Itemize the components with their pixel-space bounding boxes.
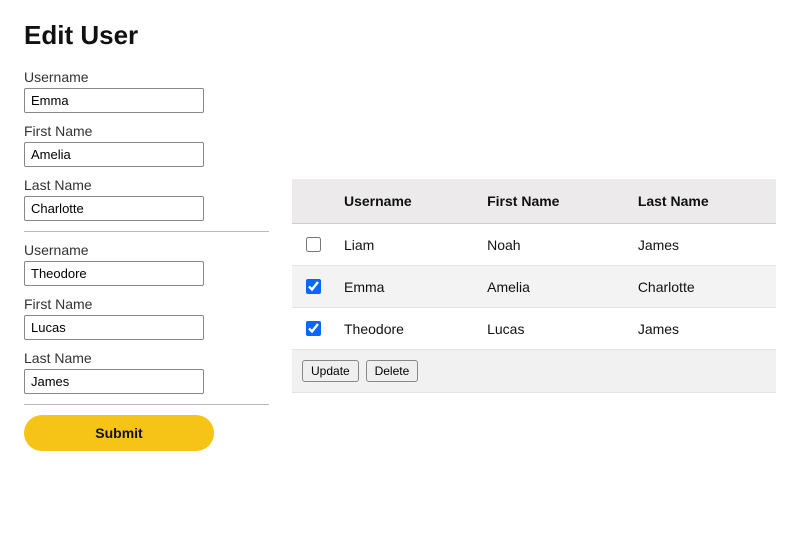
table-action-row: Update Delete	[292, 350, 776, 393]
firstname-input[interactable]	[24, 315, 204, 340]
form-group-lastname: Last Name	[24, 350, 264, 394]
delete-button[interactable]: Delete	[366, 360, 419, 382]
user-table-container: Username First Name Last Name Liam Noah …	[292, 69, 776, 393]
lastname-input[interactable]	[24, 196, 204, 221]
submit-button[interactable]: Submit	[24, 415, 214, 451]
form-divider	[24, 231, 269, 232]
table-header-row: Username First Name Last Name	[292, 179, 776, 224]
main-layout: Username First Name Last Name Username F…	[24, 69, 776, 451]
table-row: Emma Amelia Charlotte	[292, 266, 776, 308]
username-label: Username	[24, 69, 264, 85]
table-row: Theodore Lucas James	[292, 308, 776, 350]
header-checkbox-col	[292, 179, 334, 224]
form-group-firstname: First Name	[24, 123, 264, 167]
update-button[interactable]: Update	[302, 360, 359, 382]
cell-username: Liam	[334, 224, 477, 266]
edit-form: Username First Name Last Name Username F…	[24, 69, 264, 451]
row-checkbox[interactable]	[306, 321, 321, 336]
username-label: Username	[24, 242, 264, 258]
form-group-firstname: First Name	[24, 296, 264, 340]
cell-username: Theodore	[334, 308, 477, 350]
cell-firstname: Lucas	[477, 308, 628, 350]
cell-username: Emma	[334, 266, 477, 308]
lastname-label: Last Name	[24, 177, 264, 193]
form-group-lastname: Last Name	[24, 177, 264, 221]
cell-lastname: James	[628, 224, 776, 266]
username-input[interactable]	[24, 261, 204, 286]
lastname-label: Last Name	[24, 350, 264, 366]
header-username: Username	[334, 179, 477, 224]
cell-lastname: Charlotte	[628, 266, 776, 308]
cell-lastname: James	[628, 308, 776, 350]
row-checkbox[interactable]	[306, 237, 321, 252]
form-group-username: Username	[24, 69, 264, 113]
table-row: Liam Noah James	[292, 224, 776, 266]
header-firstname: First Name	[477, 179, 628, 224]
firstname-label: First Name	[24, 123, 264, 139]
page-title: Edit User	[24, 20, 776, 51]
user-table: Username First Name Last Name Liam Noah …	[292, 179, 776, 393]
firstname-input[interactable]	[24, 142, 204, 167]
firstname-label: First Name	[24, 296, 264, 312]
header-lastname: Last Name	[628, 179, 776, 224]
cell-firstname: Amelia	[477, 266, 628, 308]
row-checkbox[interactable]	[306, 279, 321, 294]
lastname-input[interactable]	[24, 369, 204, 394]
form-divider	[24, 404, 269, 405]
cell-firstname: Noah	[477, 224, 628, 266]
username-input[interactable]	[24, 88, 204, 113]
form-group-username: Username	[24, 242, 264, 286]
